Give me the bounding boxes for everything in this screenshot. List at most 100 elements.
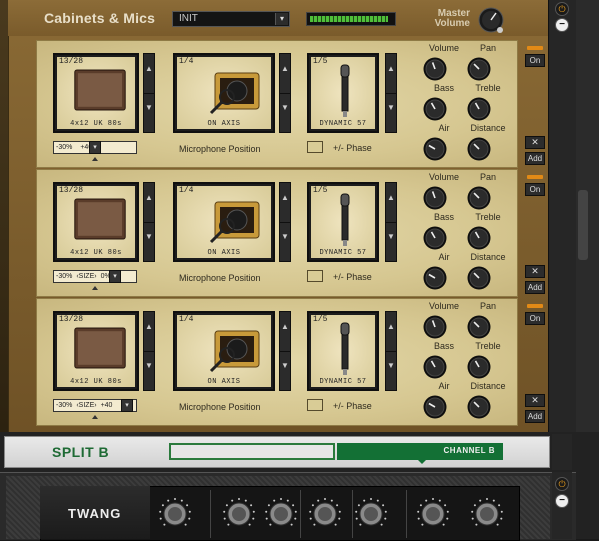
bass-knob[interactable] <box>423 226 447 250</box>
amp-minimize-icon[interactable]: − <box>555 494 569 508</box>
pan-knob[interactable] <box>467 315 491 339</box>
arrow-up-icon[interactable]: ▲ <box>386 183 396 223</box>
air-knob[interactable] <box>423 137 447 161</box>
cabinet-arrows[interactable]: ▲ ▼ <box>143 311 155 391</box>
channel-b-button[interactable]: CHANNEL B <box>337 443 503 460</box>
add-button[interactable]: Add <box>525 152 545 165</box>
arrow-up-icon[interactable]: ▲ <box>280 54 290 94</box>
arrow-up-icon[interactable]: ▲ <box>144 312 154 352</box>
mic-slot[interactable]: 1/5 DYNAMIC 57 <box>307 311 379 391</box>
phase-checkbox[interactable] <box>307 399 323 411</box>
mic-position-label: Microphone Position <box>179 273 261 283</box>
mic-arrows[interactable]: ▲ ▼ <box>385 53 397 133</box>
rack-scrollbar-thumb[interactable] <box>578 190 588 260</box>
treble-knob[interactable] <box>467 226 491 250</box>
size-handle-icon[interactable]: ▾ <box>109 270 121 283</box>
mic-position-arrows[interactable]: ▲ ▼ <box>279 182 291 262</box>
cabinet-arrows[interactable]: ▲ ▼ <box>143 182 155 262</box>
cabinet-arrows[interactable]: ▲ ▼ <box>143 53 155 133</box>
mic-arrows[interactable]: ▲ ▼ <box>385 182 397 262</box>
amp-knob[interactable] <box>416 497 450 531</box>
size-left-value: -30% <box>56 402 73 409</box>
remove-icon[interactable]: ✕ <box>525 394 545 407</box>
arrow-up-icon[interactable]: ▲ <box>386 54 396 94</box>
channel-a-button[interactable] <box>169 443 335 460</box>
amp-knob[interactable] <box>158 497 192 531</box>
distance-knob[interactable] <box>467 266 491 290</box>
add-button[interactable]: Add <box>525 410 545 423</box>
mic-position-arrows[interactable]: ▲ ▼ <box>279 311 291 391</box>
pan-knob[interactable] <box>467 57 491 81</box>
cabinet-slot[interactable]: 13/28 4x12 UK 80s <box>53 53 139 133</box>
amp-divider <box>300 490 301 538</box>
arrow-down-icon[interactable]: ▼ <box>144 351 154 390</box>
remove-icon[interactable]: ✕ <box>525 265 545 278</box>
mic-position-slot[interactable]: 1/4 ON AXIS <box>173 311 275 391</box>
mic-name: DYNAMIC 57 <box>319 378 367 386</box>
air-knob[interactable] <box>423 266 447 290</box>
amp-power-icon[interactable]: ⏻ <box>555 477 569 491</box>
pan-label: Pan <box>479 43 496 53</box>
arrow-up-icon[interactable]: ▲ <box>280 183 290 223</box>
size-handle-icon[interactable]: ▾ <box>89 141 101 154</box>
arrow-down-icon[interactable]: ▼ <box>280 93 290 132</box>
master-volume-knob[interactable] <box>478 7 504 33</box>
cabinet-slot[interactable]: 13/28 4x12 UK 80s <box>53 311 139 391</box>
mic-position-slot[interactable]: 1/4 ON AXIS <box>173 182 275 262</box>
mic-position-label: Microphone Position <box>179 144 261 154</box>
phase-checkbox[interactable] <box>307 270 323 282</box>
amp-knob[interactable] <box>470 497 504 531</box>
mic-position-image <box>177 186 271 258</box>
phase-checkbox[interactable] <box>307 141 323 153</box>
volume-knob[interactable] <box>423 57 447 81</box>
arrow-down-icon[interactable]: ▼ <box>386 351 396 390</box>
amp-knob[interactable] <box>308 497 342 531</box>
on-button[interactable]: On <box>525 54 545 67</box>
mic-name: DYNAMIC 57 <box>319 249 367 257</box>
amp-knob[interactable] <box>222 497 256 531</box>
arrow-down-icon[interactable]: ▼ <box>144 93 154 132</box>
distance-knob[interactable] <box>467 137 491 161</box>
size-handle-icon[interactable]: ▾ <box>121 399 133 412</box>
bass-knob[interactable] <box>423 355 447 379</box>
remove-icon[interactable]: ✕ <box>525 136 545 149</box>
channel-b-label: CHANNEL B <box>443 446 495 455</box>
on-button[interactable]: On <box>525 183 545 196</box>
arrow-down-icon[interactable]: ▼ <box>386 222 396 261</box>
mic-slot[interactable]: 1/5 DYNAMIC 57 <box>307 182 379 262</box>
add-button[interactable]: Add <box>525 281 545 294</box>
power-icon[interactable]: ⏻ <box>555 2 569 16</box>
volume-knob[interactable] <box>423 315 447 339</box>
amp-knob[interactable] <box>264 497 298 531</box>
output-meter <box>306 12 396 26</box>
preset-selector[interactable]: INIT ▾ <box>172 11 290 27</box>
cabinet-size-control[interactable]: -30% ‹SIZE› 0% <box>53 270 137 283</box>
mic-name: DYNAMIC 57 <box>319 120 367 128</box>
minimize-icon[interactable]: − <box>555 18 569 32</box>
arrow-down-icon[interactable]: ▼ <box>386 93 396 132</box>
cab-mic-strip: 13/28 4x12 UK 80s ▲ ▼ -30% ‹SIZE› 0% ▾ 1/4 ON AXI… <box>36 169 518 297</box>
air-knob[interactable] <box>423 395 447 419</box>
treble-knob[interactable] <box>467 355 491 379</box>
cabinet-slot[interactable]: 13/28 4x12 UK 80s <box>53 182 139 262</box>
treble-knob[interactable] <box>467 97 491 121</box>
arrow-down-icon[interactable]: ▼ <box>280 351 290 390</box>
amp-knob[interactable] <box>354 497 388 531</box>
distance-knob[interactable] <box>467 395 491 419</box>
panel-title: Cabinets & Mics <box>44 10 156 26</box>
pan-knob[interactable] <box>467 186 491 210</box>
on-button[interactable]: On <box>525 312 545 325</box>
arrow-down-icon[interactable]: ▼ <box>280 222 290 261</box>
mic-position-slot[interactable]: 1/4 ON AXIS <box>173 53 275 133</box>
volume-label: Volume <box>428 172 460 182</box>
arrow-up-icon[interactable]: ▲ <box>386 312 396 352</box>
arrow-down-icon[interactable]: ▼ <box>144 222 154 261</box>
volume-knob[interactable] <box>423 186 447 210</box>
arrow-up-icon[interactable]: ▲ <box>144 183 154 223</box>
mic-arrows[interactable]: ▲ ▼ <box>385 311 397 391</box>
mic-position-arrows[interactable]: ▲ ▼ <box>279 53 291 133</box>
bass-knob[interactable] <box>423 97 447 121</box>
mic-slot[interactable]: 1/5 DYNAMIC 57 <box>307 53 379 133</box>
arrow-up-icon[interactable]: ▲ <box>280 312 290 352</box>
arrow-up-icon[interactable]: ▲ <box>144 54 154 94</box>
